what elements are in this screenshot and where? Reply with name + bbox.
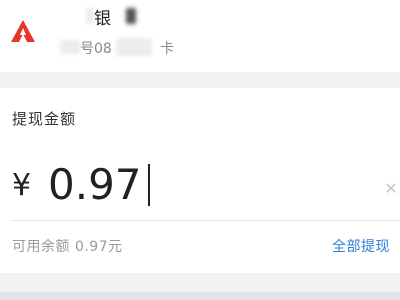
bottom-button-edge[interactable] — [0, 292, 400, 300]
amount-input[interactable] — [48, 156, 368, 212]
text-caret — [148, 164, 150, 206]
redacted-card-prefix — [60, 40, 80, 54]
card-type-suffix: 卡 — [160, 41, 174, 57]
clear-icon[interactable]: ✕ — [384, 181, 398, 197]
divider — [12, 220, 400, 221]
withdraw-amount-title: 提现金额 — [12, 110, 77, 128]
bank-logo-icon — [11, 20, 35, 42]
bank-card-selector[interactable]: 银 号08 卡 — [0, 0, 400, 72]
withdraw-all-button[interactable]: 全部提现 — [332, 236, 390, 256]
available-balance: 可用余额 0.97元 — [12, 239, 123, 255]
withdraw-page: 银 号08 卡 提现金额 ¥ ✕ 可用余额 0.97元 全部提现 — [0, 0, 400, 300]
card-number-text: 号08 — [80, 41, 112, 57]
redacted-card-number — [116, 38, 152, 56]
bank-name: 银 — [94, 9, 112, 29]
redacted-bank-name-prefix — [86, 8, 94, 24]
redacted-bank-name-suffix — [126, 8, 136, 24]
withdraw-panel: 提现金额 ¥ ✕ 可用余额 0.97元 全部提现 — [0, 88, 400, 273]
currency-symbol: ¥ — [12, 168, 32, 203]
